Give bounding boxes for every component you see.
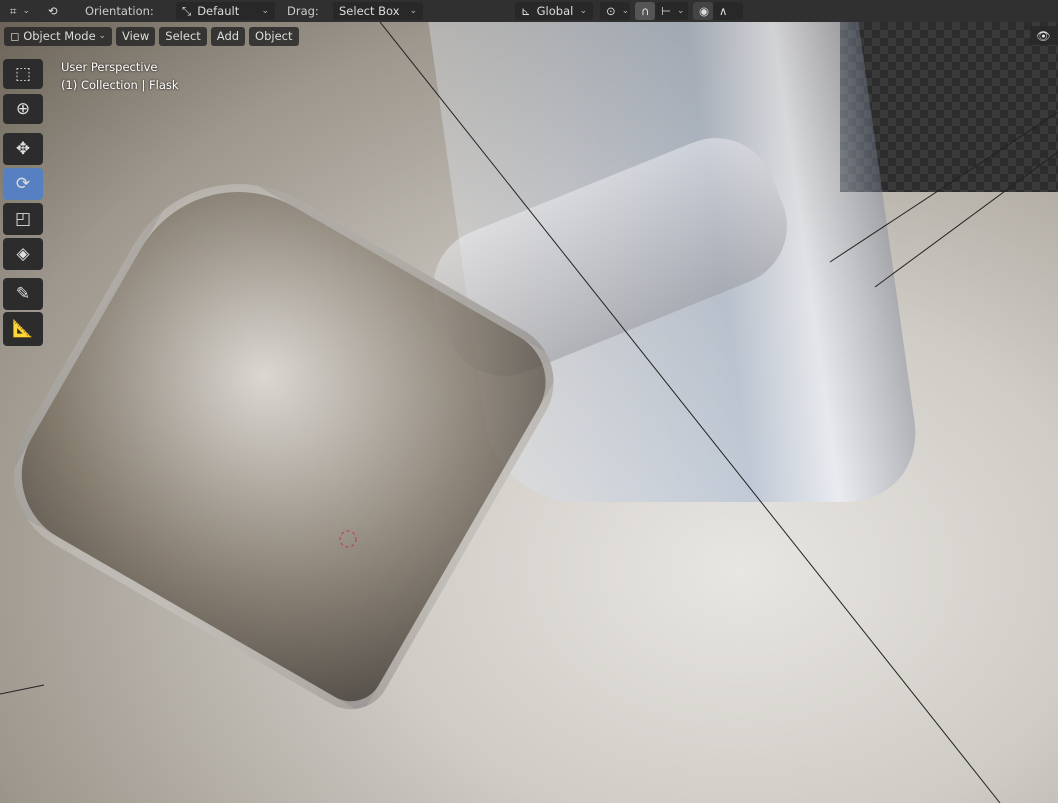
transform-orientation-value: Global: [536, 4, 574, 18]
transform-tool[interactable]: ◈: [3, 238, 43, 270]
tool-header: ⌗ ⌄ ⟲ Orientation: ⤡ Default ⌄ Drag: Select…: [0, 0, 1058, 22]
scale-icon: ◰: [14, 209, 32, 229]
object-mode-icon: ◻: [10, 29, 20, 43]
menu-view[interactable]: View: [116, 26, 156, 46]
annotate-pencil-icon: ✎: [15, 284, 31, 304]
grid-lines: [0, 22, 1058, 803]
drag-label: Drag:: [287, 4, 319, 18]
orientation-label: Orientation:: [85, 4, 154, 18]
transform-pivot-icon: ⌗: [10, 3, 17, 18]
pivot-point-dropdown[interactable]: ⊙ ⌄: [600, 2, 630, 20]
collection-info: (1) Collection | Flask: [61, 78, 179, 92]
select-box-icon: ⬚: [14, 64, 32, 84]
pivot-icon: ⊙: [606, 4, 616, 18]
proportional-edit-icon: ◉: [699, 4, 710, 18]
viewport-header: ◻ Object Mode ⌄ View Select Add Object: [0, 25, 299, 47]
move-icon: ✥: [15, 139, 31, 159]
drag-dropdown[interactable]: Select Box ⌄: [333, 2, 423, 20]
falloff-curve-icon: ∧: [719, 4, 728, 18]
3d-viewport[interactable]: [0, 22, 1058, 803]
viewport-overlay-text: User Perspective (1) Collection | Flask: [61, 58, 179, 94]
drag-value: Select Box: [339, 4, 400, 18]
cursor-tool[interactable]: ⊕: [3, 94, 43, 124]
mode-dropdown[interactable]: ◻ Object Mode ⌄: [4, 26, 112, 46]
rotate-tool[interactable]: ⟳: [3, 168, 43, 200]
magnet-icon: ∩: [641, 4, 650, 18]
proportional-edit-toggle[interactable]: ◉: [693, 2, 713, 20]
rotate-icon: ⟳: [15, 174, 31, 194]
rotate-tool-icon[interactable]: ⟲: [42, 2, 64, 20]
orientation-icon: ⤡: [182, 3, 192, 18]
transform-icon: ◈: [16, 244, 30, 264]
scale-tool[interactable]: ◰: [3, 203, 43, 235]
menu-object[interactable]: Object: [249, 26, 299, 46]
mode-value: Object Mode: [23, 29, 96, 43]
move-tool[interactable]: ✥: [3, 133, 43, 165]
transform-orientation-dropdown[interactable]: ⊾ Global ⌄: [515, 2, 593, 20]
snap-toggle[interactable]: ∩: [635, 2, 655, 20]
select-box-tool[interactable]: ⬚: [3, 59, 43, 89]
snap-target-dropdown[interactable]: ⊢ ⌄: [655, 2, 688, 20]
orientation-dropdown[interactable]: ⤡ Default ⌄: [176, 2, 275, 20]
cursor-icon: ⊕: [15, 99, 31, 119]
view-name: User Perspective: [61, 60, 158, 74]
axes-icon: ⊾: [521, 4, 531, 18]
visibility-dropdown[interactable]: 👁: [1030, 26, 1058, 45]
measure-ruler-icon: 📐: [12, 319, 34, 339]
snap-increment-icon: ⊢: [661, 4, 672, 18]
annotate-tool[interactable]: ✎: [3, 278, 43, 310]
measure-tool[interactable]: 📐: [3, 312, 43, 346]
menu-add[interactable]: Add: [210, 26, 246, 46]
orientation-value: Default: [197, 4, 240, 18]
falloff-dropdown[interactable]: ∧: [713, 2, 743, 20]
snap-menu[interactable]: ⌗ ⌄: [4, 2, 36, 20]
eye-icon: 👁: [1036, 28, 1051, 43]
menu-select[interactable]: Select: [159, 26, 207, 46]
3d-cursor-icon: [339, 530, 357, 548]
